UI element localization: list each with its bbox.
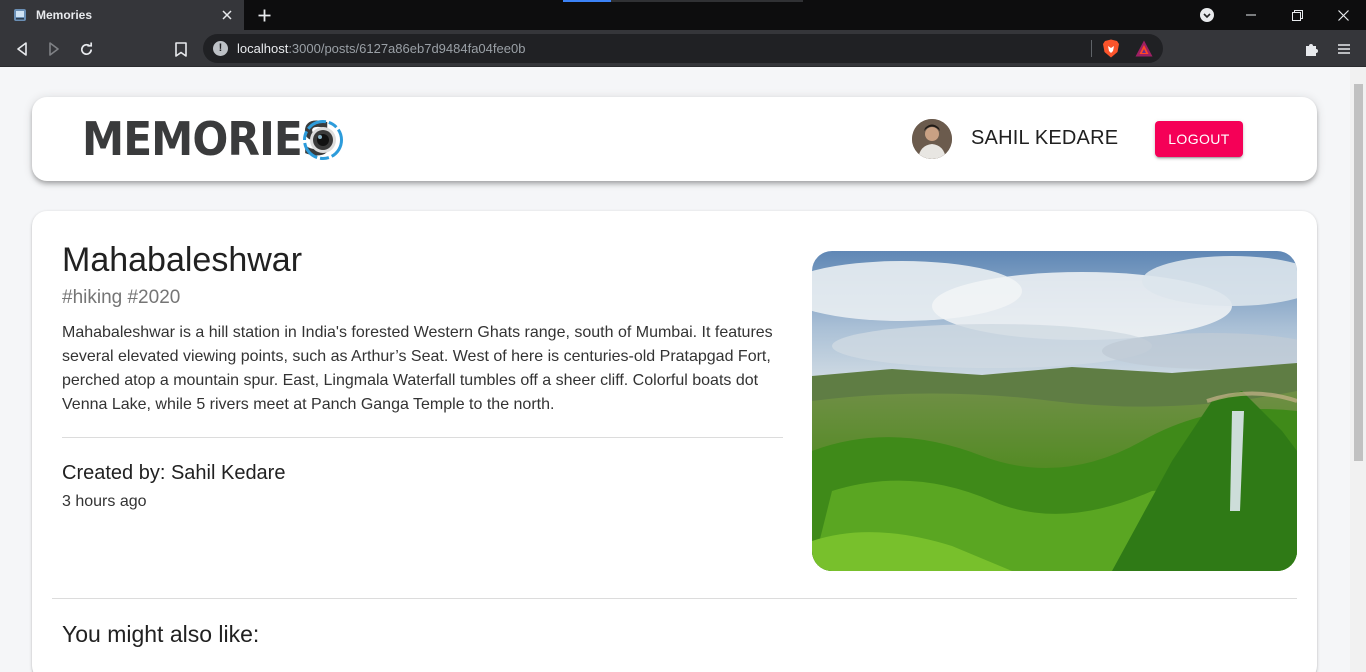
extensions-puzzle-icon[interactable] <box>1302 39 1322 59</box>
section-divider <box>52 598 1297 599</box>
page-viewport: MEMORIES SAHIL KEDARE LOGOUT Mahabaleshw… <box>0 67 1350 672</box>
browser-tab[interactable]: Memories <box>0 0 244 30</box>
back-arrow-icon[interactable] <box>12 39 32 59</box>
post-details-card: Mahabaleshwar #hiking #2020 Mahabaleshwa… <box>32 211 1317 672</box>
browser-toolbar: ! localhost:3000/posts/6127a86eb7d9484fa… <box>0 30 1366 67</box>
divider <box>62 437 783 438</box>
page-scrollbar[interactable] <box>1350 67 1366 672</box>
close-window-icon[interactable] <box>1320 0 1366 30</box>
brand-title: MEMORIES <box>82 112 332 166</box>
url-text: localhost:3000/posts/6127a86eb7d9484fa04… <box>237 41 526 56</box>
recommended-heading: You might also like: <box>62 621 260 647</box>
app-header: MEMORIES SAHIL KEDARE LOGOUT <box>32 97 1317 181</box>
browser-tab-strip: Memories <box>0 0 1366 30</box>
camera-lens-icon <box>303 120 343 160</box>
memories-favicon-icon <box>14 9 26 21</box>
site-info-icon[interactable]: ! <box>213 41 228 56</box>
browser-menu-icon[interactable] <box>1334 39 1354 59</box>
reload-icon[interactable] <box>76 39 96 59</box>
new-tab-icon[interactable] <box>254 5 274 25</box>
post-title: Mahabaleshwar <box>62 241 303 279</box>
address-bar-separator <box>1091 40 1092 57</box>
brand-logo[interactable]: MEMORIES <box>82 115 353 163</box>
minimize-window-icon[interactable] <box>1228 0 1274 30</box>
bookmark-icon[interactable] <box>171 39 191 59</box>
close-tab-icon[interactable] <box>218 6 236 24</box>
logout-button[interactable]: LOGOUT <box>1155 121 1243 157</box>
restore-window-icon[interactable] <box>1274 0 1320 30</box>
post-image <box>812 251 1297 571</box>
post-message: Mahabaleshwar is a hill station in India… <box>62 324 773 413</box>
avatar[interactable] <box>912 119 952 159</box>
post-author: Created by: Sahil Kedare <box>62 462 286 484</box>
tab-strip-accent-track <box>611 0 803 2</box>
tab-search-icon[interactable] <box>1184 0 1230 30</box>
tab-title: Memories <box>36 8 93 22</box>
user-name: SAHIL KEDARE <box>971 127 1119 149</box>
brave-shields-icon[interactable] <box>1102 39 1120 58</box>
address-bar[interactable]: ! localhost:3000/posts/6127a86eb7d9484fa… <box>203 34 1163 63</box>
tab-strip-accent <box>563 0 611 2</box>
brave-rewards-icon[interactable] <box>1135 40 1153 57</box>
post-timestamp: 3 hours ago <box>62 493 147 510</box>
forward-arrow-icon[interactable] <box>44 39 64 59</box>
post-tags: #hiking #2020 <box>62 287 181 308</box>
scrollbar-thumb[interactable] <box>1354 84 1363 461</box>
